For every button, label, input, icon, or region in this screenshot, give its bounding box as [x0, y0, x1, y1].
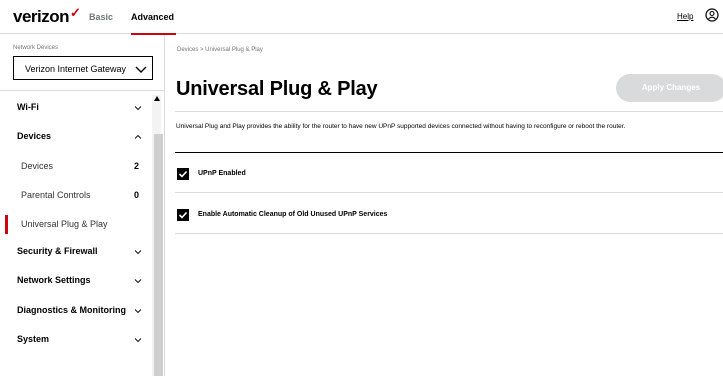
verizon-logo[interactable]: verizon✓ [13, 5, 81, 27]
sidebar-item-universal-plug-and-play[interactable]: Universal Plug & Play [0, 215, 150, 235]
chevron-down-icon [134, 106, 142, 111]
top-bar: verizon✓ Basic Advanced Help [0, 0, 723, 35]
checkmark-icon [178, 170, 188, 178]
sidebar-item-diagnostics-monitoring[interactable]: Diagnostics & Monitoring [0, 301, 150, 321]
upnp-enabled-checkbox[interactable] [177, 168, 189, 180]
sidebar-item-label: Diagnostics & Monitoring [17, 305, 126, 315]
tab-basic-label: Basic [89, 12, 114, 22]
sidebar-divider [0, 90, 165, 91]
tab-advanced-label: Advanced [131, 12, 175, 22]
help-link[interactable]: Help [677, 12, 693, 21]
automatic-cleanup-option: Enable Automatic Cleanup of Old Unused U… [175, 194, 723, 234]
sidebar-item-system[interactable]: System [0, 330, 150, 350]
sidebar-item-label: Parental Controls [21, 190, 91, 200]
network-devices-select[interactable]: Verizon Internet Gateway [13, 56, 153, 80]
main-content: Devices > Universal Plug & Play Universa… [166, 35, 723, 376]
sidebar-item-label: Devices [17, 131, 52, 141]
sidebar-item-label: Security & Firewall [17, 246, 98, 256]
scroll-up-arrow-icon[interactable] [154, 96, 160, 101]
automatic-cleanup-label: Enable Automatic Cleanup of Old Unused U… [198, 211, 388, 218]
sidebar-item-label: Wi-Fi [17, 102, 39, 112]
parental-controls-count-badge: 0 [134, 190, 140, 200]
chevron-up-icon [134, 134, 142, 139]
tab-advanced[interactable]: Advanced [131, 12, 177, 35]
breadcrumb: Devices > Universal Plug & Play [177, 47, 263, 53]
sidebar-item-devices[interactable]: Devices 2 [0, 157, 150, 177]
chevron-down-icon [134, 309, 142, 314]
sidebar-scrollbar-thumb[interactable] [154, 134, 163, 376]
sidebar-item-label: System [17, 334, 50, 344]
network-devices-label: Network Devices [13, 45, 59, 51]
chevron-down-icon [135, 66, 147, 73]
sidebar: Network Devices Verizon Internet Gateway… [0, 35, 165, 376]
page-title: Universal Plug & Play [176, 78, 378, 100]
title-divider [175, 111, 723, 112]
devices-count-badge: 2 [134, 161, 140, 171]
chevron-down-icon [134, 250, 142, 255]
upnp-enabled-label: UPnP Enabled [198, 170, 246, 177]
user-circle-icon[interactable] [705, 8, 719, 22]
tab-basic[interactable]: Basic [89, 12, 113, 22]
network-devices-selected-value: Verizon Internet Gateway [25, 64, 127, 74]
sidebar-item-security-firewall[interactable]: Security & Firewall [0, 242, 150, 262]
apply-changes-button[interactable]: Apply Changes [616, 74, 723, 102]
page-description: Universal Plug and Play provides the abi… [176, 123, 626, 130]
logo-text: verizon [13, 7, 70, 26]
automatic-cleanup-checkbox[interactable] [177, 209, 189, 221]
sidebar-item-parental-controls[interactable]: Parental Controls 0 [0, 186, 150, 206]
upnp-enabled-option: UPnP Enabled [175, 153, 723, 193]
chevron-down-icon [134, 279, 142, 284]
chevron-down-icon [134, 338, 142, 343]
logo-check-mark: ✓ [70, 5, 81, 20]
sidebar-item-wifi[interactable]: Wi-Fi [0, 98, 150, 118]
checkmark-icon [178, 211, 188, 219]
sidebar-item-devices-section[interactable]: Devices [0, 127, 150, 147]
sidebar-item-label: Devices [21, 161, 54, 171]
sidebar-item-label: Universal Plug & Play [21, 219, 108, 229]
sidebar-item-label: Network Settings [17, 275, 91, 285]
sidebar-item-network-settings[interactable]: Network Settings [0, 271, 150, 291]
active-item-indicator [5, 215, 8, 234]
